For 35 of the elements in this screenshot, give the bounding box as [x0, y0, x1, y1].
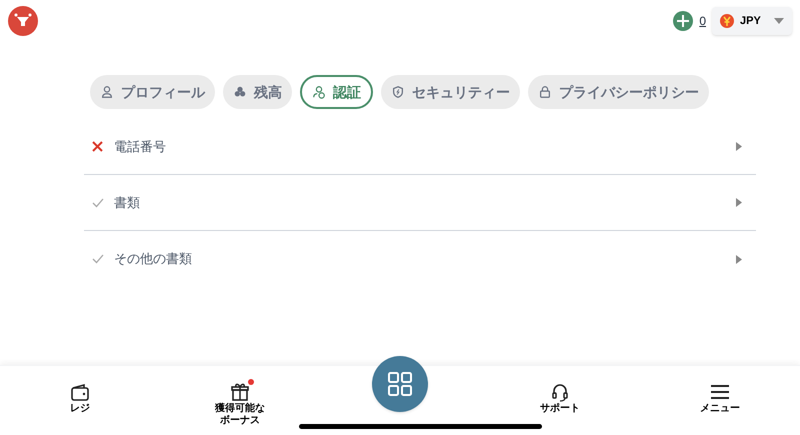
gift-icon [230, 382, 250, 402]
tab[interactable]: セキュリティー [381, 75, 520, 109]
logo-icon[interactable] [8, 6, 38, 36]
arrow-right-icon [736, 254, 742, 264]
verification-row[interactable]: 書類 [84, 175, 756, 231]
verification-row[interactable]: その他の書類 [84, 231, 756, 287]
nav-item[interactable]: サポート [534, 382, 586, 415]
lock-icon [538, 85, 552, 99]
apps-button[interactable] [372, 356, 428, 412]
shield-icon [391, 85, 405, 99]
arrow-right-icon [736, 198, 742, 207]
person-check-icon [312, 85, 326, 99]
currency-selector[interactable]: JPY [712, 7, 792, 35]
nav-item[interactable]: レジ [54, 382, 106, 415]
add-icon[interactable] [673, 11, 694, 31]
headset-icon [550, 382, 570, 402]
coins-icon [233, 85, 247, 99]
row-label: 電話番号 [114, 138, 166, 156]
tab[interactable]: プロフィール [90, 75, 215, 109]
arrow-right-icon [736, 142, 742, 151]
yen-icon [720, 14, 734, 28]
verification-row[interactable]: 電話番号 [84, 119, 756, 175]
tab[interactable]: プライバシーポリシー [528, 75, 709, 109]
nav-item[interactable]: 獲得可能なボーナス [214, 382, 266, 427]
caret-icon [774, 18, 784, 24]
nav-item[interactable]: メニュー [694, 382, 746, 415]
row-label: その他の書類 [114, 250, 192, 268]
row-label: 書類 [114, 194, 140, 212]
tab[interactable]: 認証 [300, 75, 373, 109]
menu-icon [710, 382, 730, 402]
balance-link[interactable]: 0 [699, 12, 706, 30]
tab[interactable]: 残高 [223, 75, 292, 109]
grid-icon [388, 372, 412, 396]
wallet-icon [70, 382, 90, 402]
person-icon [100, 85, 114, 99]
